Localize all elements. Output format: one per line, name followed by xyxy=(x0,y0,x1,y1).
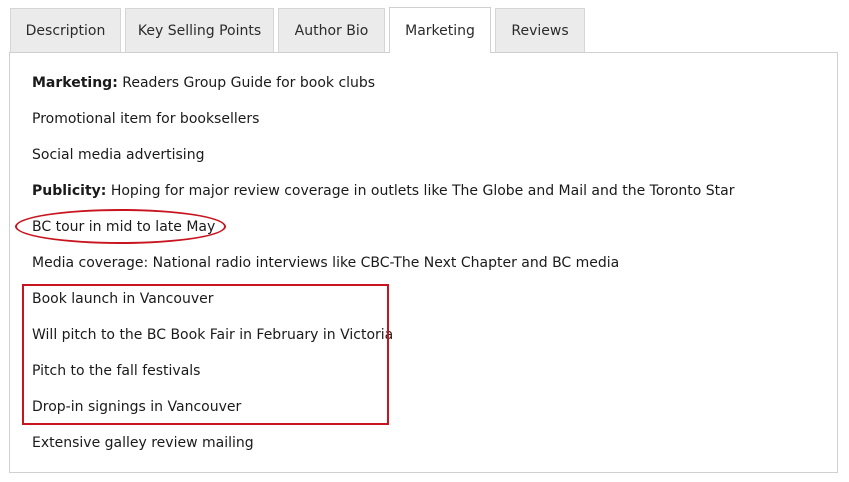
marketing-line: Marketing: Readers Group Guide for book … xyxy=(32,73,375,93)
media-coverage-line: Media coverage: National radio interview… xyxy=(32,255,620,271)
publicity-heading: Publicity: xyxy=(32,183,107,199)
tab-bar: Description Key Selling Points Author Bi… xyxy=(0,0,849,53)
publicity-text: Hoping for major review coverage in outl… xyxy=(106,183,735,199)
galley-mailing-line: Extensive galley review mailing xyxy=(32,435,254,451)
highlight-box-annotation xyxy=(22,284,389,425)
tab-author-bio[interactable]: Author Bio xyxy=(278,8,385,52)
tab-description[interactable]: Description xyxy=(10,8,121,52)
marketing-heading: Marketing: xyxy=(32,75,118,91)
publicity-line: Publicity: Hoping for major review cover… xyxy=(32,181,734,201)
social-media-line: Social media advertising xyxy=(32,147,205,163)
book-details-page: Description Key Selling Points Author Bi… xyxy=(0,0,849,482)
tab-key-selling-points[interactable]: Key Selling Points xyxy=(125,8,274,52)
tab-marketing[interactable]: Marketing xyxy=(389,7,491,53)
marketing-text: Readers Group Guide for book clubs xyxy=(117,75,376,91)
promotional-item-line: Promotional item for booksellers xyxy=(32,111,260,127)
tab-reviews[interactable]: Reviews xyxy=(495,8,585,52)
highlight-oval-annotation xyxy=(15,209,226,244)
